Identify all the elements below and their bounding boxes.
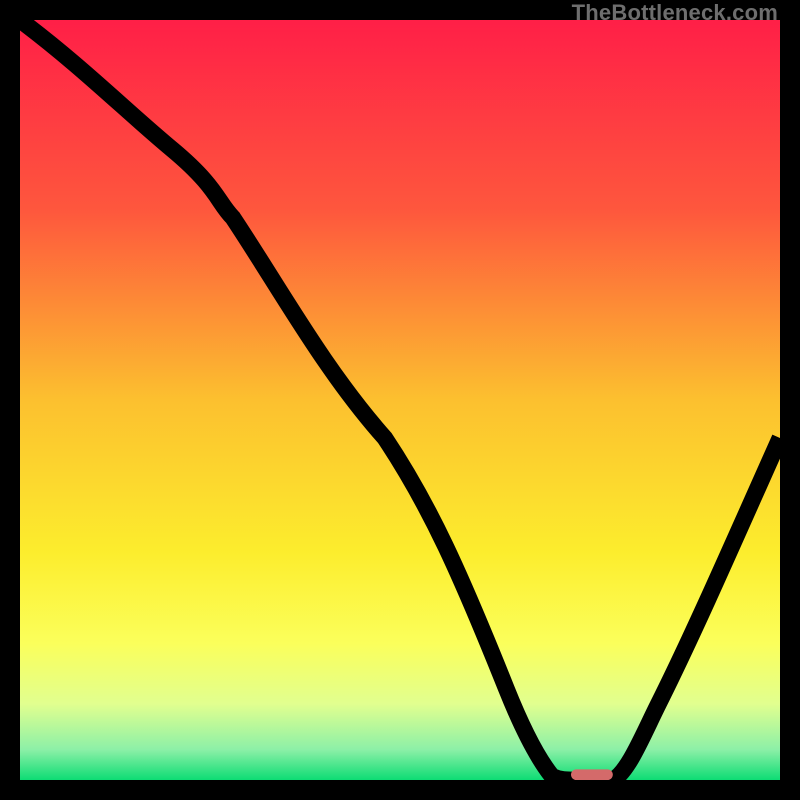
chart-plot-area bbox=[20, 20, 780, 780]
chart-marker-layer bbox=[20, 20, 780, 780]
optimal-point-marker bbox=[571, 769, 613, 780]
watermark-text: TheBottleneck.com bbox=[572, 0, 778, 26]
